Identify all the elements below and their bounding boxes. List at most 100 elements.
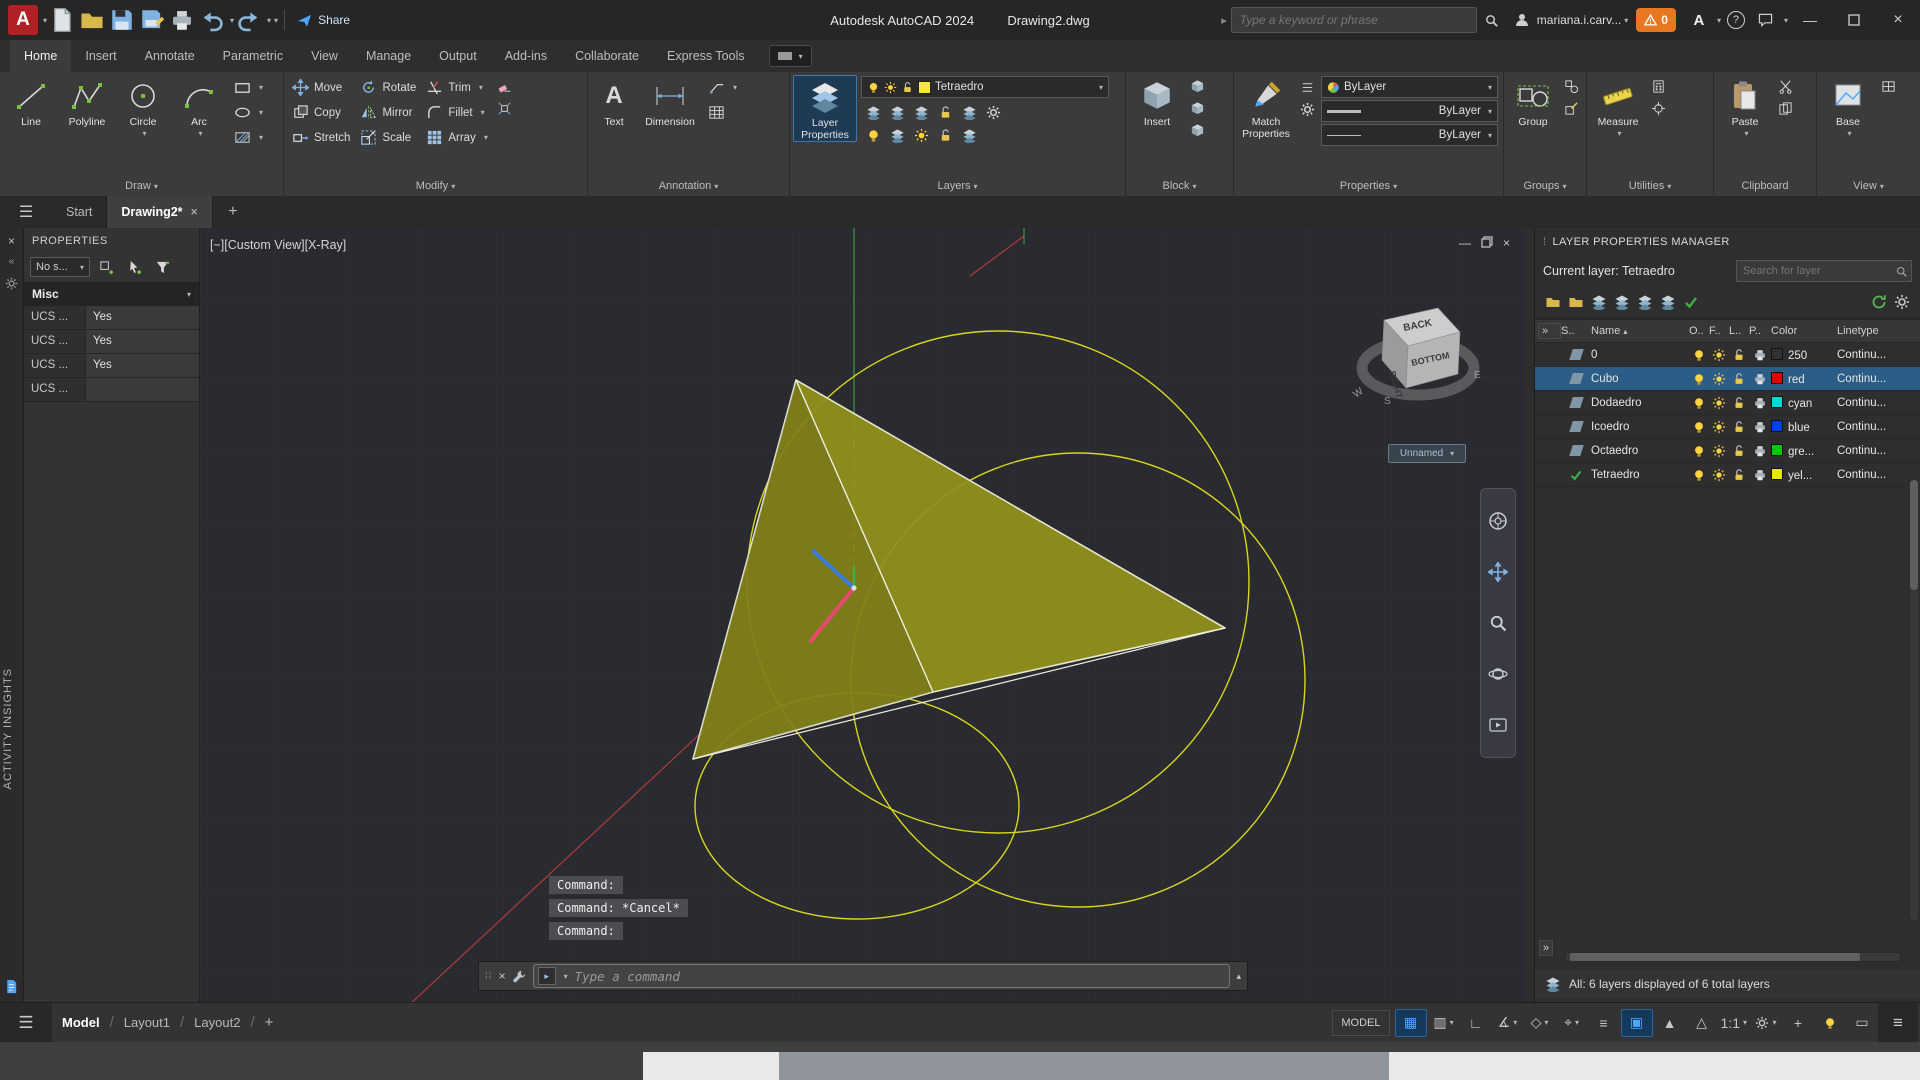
ribbon-tab-express-tools[interactable]: Express Tools [653,40,759,72]
property-value[interactable]: Yes [86,306,199,329]
maximize-button[interactable] [1832,0,1876,40]
viewport-minimize-icon[interactable]: — [1459,236,1471,250]
utilities-panel-label[interactable]: Utilities [1587,176,1713,196]
layer-name[interactable]: Cubo [1591,373,1689,385]
paste-button[interactable]: Paste [1717,75,1773,140]
mirror-button[interactable]: Mirror [355,100,421,125]
layer-freeze-sun-icon[interactable] [1712,468,1726,482]
qat-customize-caret-icon[interactable] [274,16,278,25]
layer-linetype[interactable]: Continu... [1837,421,1920,433]
layer-name[interactable]: Icoedro [1591,421,1689,433]
hscrollbar-thumb[interactable] [1570,953,1860,961]
layer-row-cubo[interactable]: Cubo red Continu... [1535,367,1920,391]
layer-color-cell[interactable]: 250 [1771,348,1837,362]
layer-linetype[interactable]: Continu... [1837,349,1920,361]
grid-display-button[interactable]: ▦ [1395,1009,1427,1037]
app-menu-caret-icon[interactable] [43,16,47,25]
layer-manager-titlebar[interactable]: ⁞ LAYER PROPERTIES MANAGER [1535,228,1920,256]
share-button[interactable]: Share [291,13,356,28]
groups-panel-label[interactable]: Groups [1504,176,1586,196]
zoom-icon[interactable] [1488,613,1508,633]
layer-on-bulb-icon[interactable] [1692,396,1706,410]
move-button[interactable]: Move [287,75,355,100]
ungroup-button[interactable] [1560,76,1582,96]
layer-plot-icon[interactable] [1753,468,1767,482]
model-space-button[interactable]: MODEL [1332,1010,1389,1036]
redo-history-caret-icon[interactable] [267,16,271,25]
command-flyout-caret-icon[interactable] [564,972,568,981]
save-as-button[interactable] [139,7,165,33]
layer-on-bulb-icon[interactable] [1692,420,1706,434]
layer-color-cell[interactable]: cyan [1771,396,1837,410]
new-layer-vp-frozen-icon[interactable] [1637,294,1653,310]
layer-on-bulb-icon[interactable] [1692,444,1706,458]
isolate-objects-button[interactable] [1815,1010,1845,1036]
collapse-bottom-button[interactable]: » [1539,940,1553,956]
layer-plot-icon[interactable] [1753,348,1767,362]
layer-plot-icon[interactable] [1753,420,1767,434]
layer-linetype[interactable]: Continu... [1837,373,1920,385]
ortho-mode-button[interactable]: ∟ [1461,1010,1491,1036]
object-snap-button[interactable]: ⌖ [1557,1010,1587,1036]
layer-on-bulb-icon[interactable] [1692,468,1706,482]
match-properties-button[interactable]: Match Properties [1237,75,1295,140]
layer-row-octaedro[interactable]: Octaedro gre... Continu... [1535,439,1920,463]
layer-name[interactable]: 0 [1591,349,1689,361]
autodesk-access-button[interactable]: A [1686,7,1712,33]
properties-palette-title[interactable]: PROPERTIES [24,228,199,254]
chevron-right-icon[interactable]: ▸ [1221,14,1227,27]
layer-unisolate-button[interactable] [886,125,908,145]
layer-lock-button[interactable] [934,102,956,122]
col-color[interactable]: Color [1771,325,1837,337]
activity-insights-label[interactable]: ACTIVITY INSIGHTS [2,668,14,789]
base-caret-icon[interactable] [1847,128,1851,140]
draw-panel-label[interactable]: Draw [0,176,283,196]
object-color-dropdown[interactable]: ByLayer [1321,76,1498,98]
new-file-button[interactable] [49,7,75,33]
ribbon-tab-output[interactable]: Output [425,40,491,72]
delete-layer-icon[interactable] [1660,294,1676,310]
signed-in-user[interactable]: mariana.i.carv... [1537,13,1621,27]
quick-calc-button[interactable] [1647,76,1669,96]
help-button[interactable]: ? [1723,7,1749,33]
table-button[interactable] [703,100,742,125]
layer-previous-button[interactable] [958,125,980,145]
fillet-caret-icon[interactable] [481,108,485,117]
ribbon-display-toggle[interactable] [769,45,812,67]
col-lock[interactable]: L.. [1729,325,1749,337]
scale-button[interactable]: Scale [355,125,421,150]
clean-screen-button[interactable]: ▭ [1847,1010,1877,1036]
layer-linetype[interactable]: Continu... [1837,445,1920,457]
toggle-pickadd-button[interactable] [95,257,117,277]
viewport-restore-icon[interactable] [1481,236,1493,248]
layout2-tab[interactable]: Layout2 [184,1015,250,1030]
rectangle-tool-button[interactable] [229,75,268,100]
measure-caret-icon[interactable] [1617,128,1621,140]
command-bar-close-icon[interactable]: × [499,969,506,983]
properties-settings-button[interactable] [1296,99,1318,119]
layer-linetype[interactable]: Continu... [1837,469,1920,481]
redo-button[interactable] [236,7,262,33]
save-button[interactable] [109,7,135,33]
group-edit-button[interactable] [1560,98,1582,118]
user-avatar[interactable] [1509,7,1535,33]
annotation-scale-button[interactable]: 1:1 [1719,1010,1749,1036]
viewport-config-button[interactable] [1877,76,1899,96]
palette-settings-button[interactable] [0,267,23,290]
col-on[interactable]: O.. [1689,325,1709,337]
layer-isolate-button[interactable] [886,102,908,122]
layer-lock-icon[interactable] [1732,420,1746,434]
layer-on-bulb-icon[interactable] [1692,348,1706,362]
layer-row-icoedro[interactable]: Icoedro blue Continu... [1535,415,1920,439]
layer-name[interactable]: Tetraedro [1591,469,1689,481]
lineweight-toggle-button[interactable]: ≡ [1589,1010,1619,1036]
ribbon-tab-home[interactable]: Home [10,40,71,72]
layer-plot-icon[interactable] [1753,372,1767,386]
trim-caret-icon[interactable] [479,83,483,92]
lineweight-dropdown[interactable]: ByLayer [1321,100,1498,122]
palette-autohide-button[interactable]: « [0,248,23,267]
plot-button[interactable] [169,7,195,33]
undo-history-caret-icon[interactable] [230,16,234,25]
activity-insights-button[interactable] [4,979,19,994]
cut-button[interactable] [1774,76,1796,96]
